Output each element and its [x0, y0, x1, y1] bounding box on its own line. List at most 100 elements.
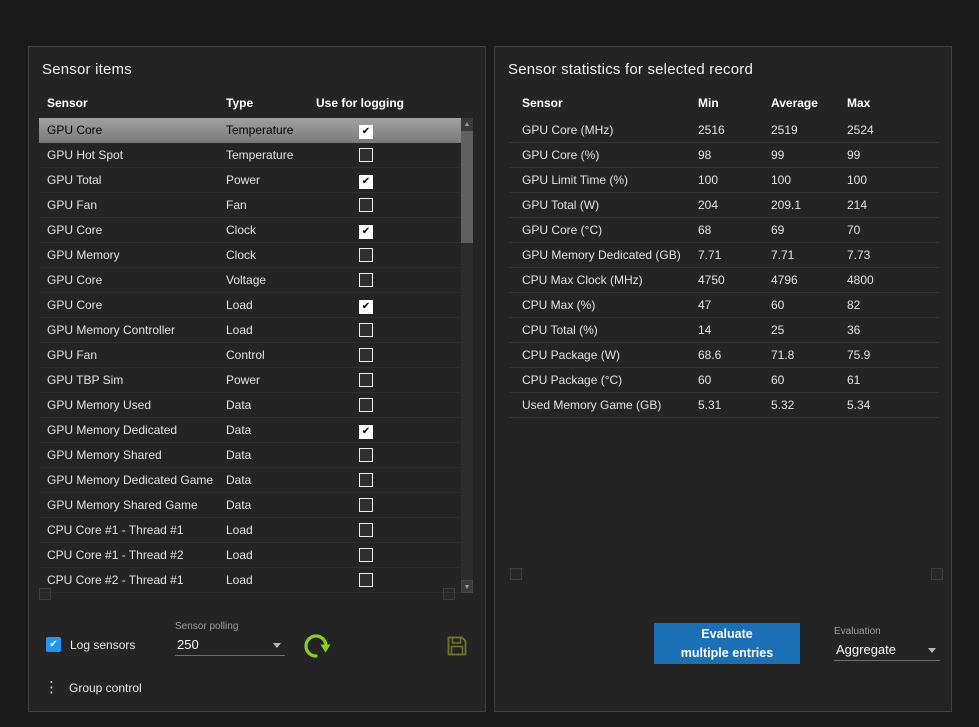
stat-sensor-name: Used Memory Game (GB) [522, 398, 661, 412]
stat-average-value: 69 [771, 223, 784, 237]
statistics-row: GPU Memory Dedicated (GB)7.717.717.73 [509, 243, 939, 268]
stat-sensor-name: GPU Memory Dedicated (GB) [522, 248, 681, 262]
sensor-type: Load [226, 548, 253, 562]
sensor-type: Data [226, 448, 251, 462]
use-for-logging-checkbox[interactable]: ✔ [359, 225, 373, 239]
sensor-row[interactable]: GPU FanFan [39, 193, 461, 218]
chevron-down-icon[interactable] [928, 648, 936, 653]
sensor-row[interactable]: GPU TBP SimPower [39, 368, 461, 393]
evaluation-dropdown[interactable]: Aggregate [834, 640, 940, 661]
sensor-name: GPU TBP Sim [47, 373, 123, 387]
scroll-up-button[interactable]: ▲ [461, 118, 473, 131]
use-for-logging-checkbox[interactable] [359, 548, 373, 562]
column-header-sensor: Sensor [47, 96, 88, 110]
logging-checkbox-cell: ✔ [359, 223, 373, 239]
save-icon [445, 634, 469, 658]
sensor-type: Power [226, 173, 260, 187]
use-for-logging-checkbox[interactable] [359, 473, 373, 487]
save-sensor-log-button[interactable] [445, 634, 469, 658]
logging-checkbox-cell [359, 398, 373, 415]
column-header-use-for-logging: Use for logging [316, 96, 404, 110]
evaluation-combo: Evaluation Aggregate [834, 626, 940, 661]
sensor-name: CPU Core #1 - Thread #1 [47, 523, 184, 537]
refresh-icon [301, 631, 331, 661]
use-for-logging-checkbox[interactable] [359, 448, 373, 462]
use-for-logging-checkbox[interactable] [359, 198, 373, 212]
logging-checkbox-cell [359, 548, 373, 565]
statistics-row: CPU Total (%)142536 [509, 318, 939, 343]
logging-checkbox-cell [359, 198, 373, 215]
sensor-row[interactable]: CPU Core #1 - Thread #1Load [39, 518, 461, 543]
scroll-down-button[interactable]: ▼ [461, 580, 473, 593]
sensor-row[interactable]: GPU FanControl [39, 343, 461, 368]
stat-min-value: 98 [698, 148, 711, 162]
sensor-name: GPU Total [47, 173, 101, 187]
evaluation-value: Aggregate [836, 642, 896, 657]
use-for-logging-checkbox[interactable] [359, 273, 373, 287]
use-for-logging-checkbox[interactable]: ✔ [359, 425, 373, 439]
sensor-row[interactable]: GPU Memory ControllerLoad [39, 318, 461, 343]
sensor-row[interactable]: GPU MemoryClock [39, 243, 461, 268]
sensor-row[interactable]: GPU Memory DedicatedData✔ [39, 418, 461, 443]
sensor-row[interactable]: GPU Hot SpotTemperature [39, 143, 461, 168]
stat-min-value: 100 [698, 173, 718, 187]
use-for-logging-checkbox[interactable]: ✔ [359, 300, 373, 314]
use-for-logging-checkbox[interactable] [359, 148, 373, 162]
stat-sensor-name: CPU Max Clock (MHz) [522, 273, 643, 287]
stat-sensor-name: CPU Max (%) [522, 298, 595, 312]
sensor-items-header: Sensor Type Use for logging [39, 96, 459, 118]
sensor-name: GPU Memory Used [47, 398, 151, 412]
stat-max-value: 214 [847, 198, 867, 212]
sensor-row[interactable]: GPU Memory Shared GameData [39, 493, 461, 518]
group-control-label: Group control [69, 681, 142, 695]
use-for-logging-checkbox[interactable] [359, 573, 373, 587]
stat-max-value: 70 [847, 223, 860, 237]
use-for-logging-checkbox[interactable] [359, 348, 373, 362]
use-for-logging-checkbox[interactable] [359, 498, 373, 512]
use-for-logging-checkbox[interactable]: ✔ [359, 175, 373, 189]
sensor-row[interactable]: CPU Core #2 - Thread #1Load [39, 568, 461, 593]
stat-max-value: 75.9 [847, 348, 870, 362]
stat-min-value: 5.31 [698, 398, 721, 412]
sensor-row[interactable]: GPU Memory Dedicated GameData [39, 468, 461, 493]
stat-min-value: 7.71 [698, 248, 721, 262]
log-sensors-checkbox[interactable]: ✔ [46, 637, 61, 652]
sensor-type: Clock [226, 248, 256, 262]
sensor-name: GPU Core [47, 273, 102, 287]
use-for-logging-checkbox[interactable] [359, 373, 373, 387]
use-for-logging-checkbox[interactable] [359, 398, 373, 412]
sensor-row[interactable]: GPU Total Power ✔ [39, 168, 461, 193]
sensor-type: Load [226, 323, 253, 337]
evaluate-multiple-entries-button[interactable]: Evaluate multiple entries [654, 623, 800, 664]
use-for-logging-checkbox[interactable] [359, 523, 373, 537]
sensor-row[interactable]: CPU Core #1 - Thread #2Load [39, 543, 461, 568]
sensor-type: Data [226, 398, 251, 412]
sensor-row[interactable]: GPU Memory Used Data [39, 393, 461, 418]
sensor-row[interactable]: GPU Memory SharedData [39, 443, 461, 468]
scrollbar-thumb[interactable] [461, 131, 473, 243]
sensor-polling-label: Sensor polling [175, 621, 285, 632]
sensor-row[interactable]: GPU CoreClock✔ [39, 218, 461, 243]
use-for-logging-checkbox[interactable]: ✔ [359, 125, 373, 139]
group-control-button[interactable]: ⋮ Group control [44, 680, 142, 695]
stat-sensor-name: CPU Total (%) [522, 323, 598, 337]
scrollbar[interactable]: ▲ ▼ [461, 118, 473, 593]
refresh-sensors-button[interactable] [301, 631, 331, 661]
use-for-logging-checkbox[interactable] [359, 323, 373, 337]
stat-min-value: 68.6 [698, 348, 721, 362]
stat-max-value: 100 [847, 173, 867, 187]
sensor-name: GPU Memory Dedicated [47, 423, 177, 437]
sensor-name: GPU Fan [47, 348, 97, 362]
logging-checkbox-cell [359, 473, 373, 490]
sensor-row[interactable]: GPU CoreLoad✔ [39, 293, 461, 318]
faint-square-decoration [931, 568, 943, 580]
chevron-down-icon[interactable] [273, 643, 281, 648]
sensor-row[interactable]: GPU CoreTemperature✔ [39, 118, 461, 143]
faint-square-decoration [443, 588, 455, 600]
stat-max-value: 7.73 [847, 248, 870, 262]
use-for-logging-checkbox[interactable] [359, 248, 373, 262]
kebab-menu-icon[interactable]: ⋮ [44, 680, 59, 695]
sensor-polling-input[interactable]: 250 [175, 635, 285, 656]
sensor-row[interactable]: GPU CoreVoltage [39, 268, 461, 293]
stat-max-value: 82 [847, 298, 860, 312]
